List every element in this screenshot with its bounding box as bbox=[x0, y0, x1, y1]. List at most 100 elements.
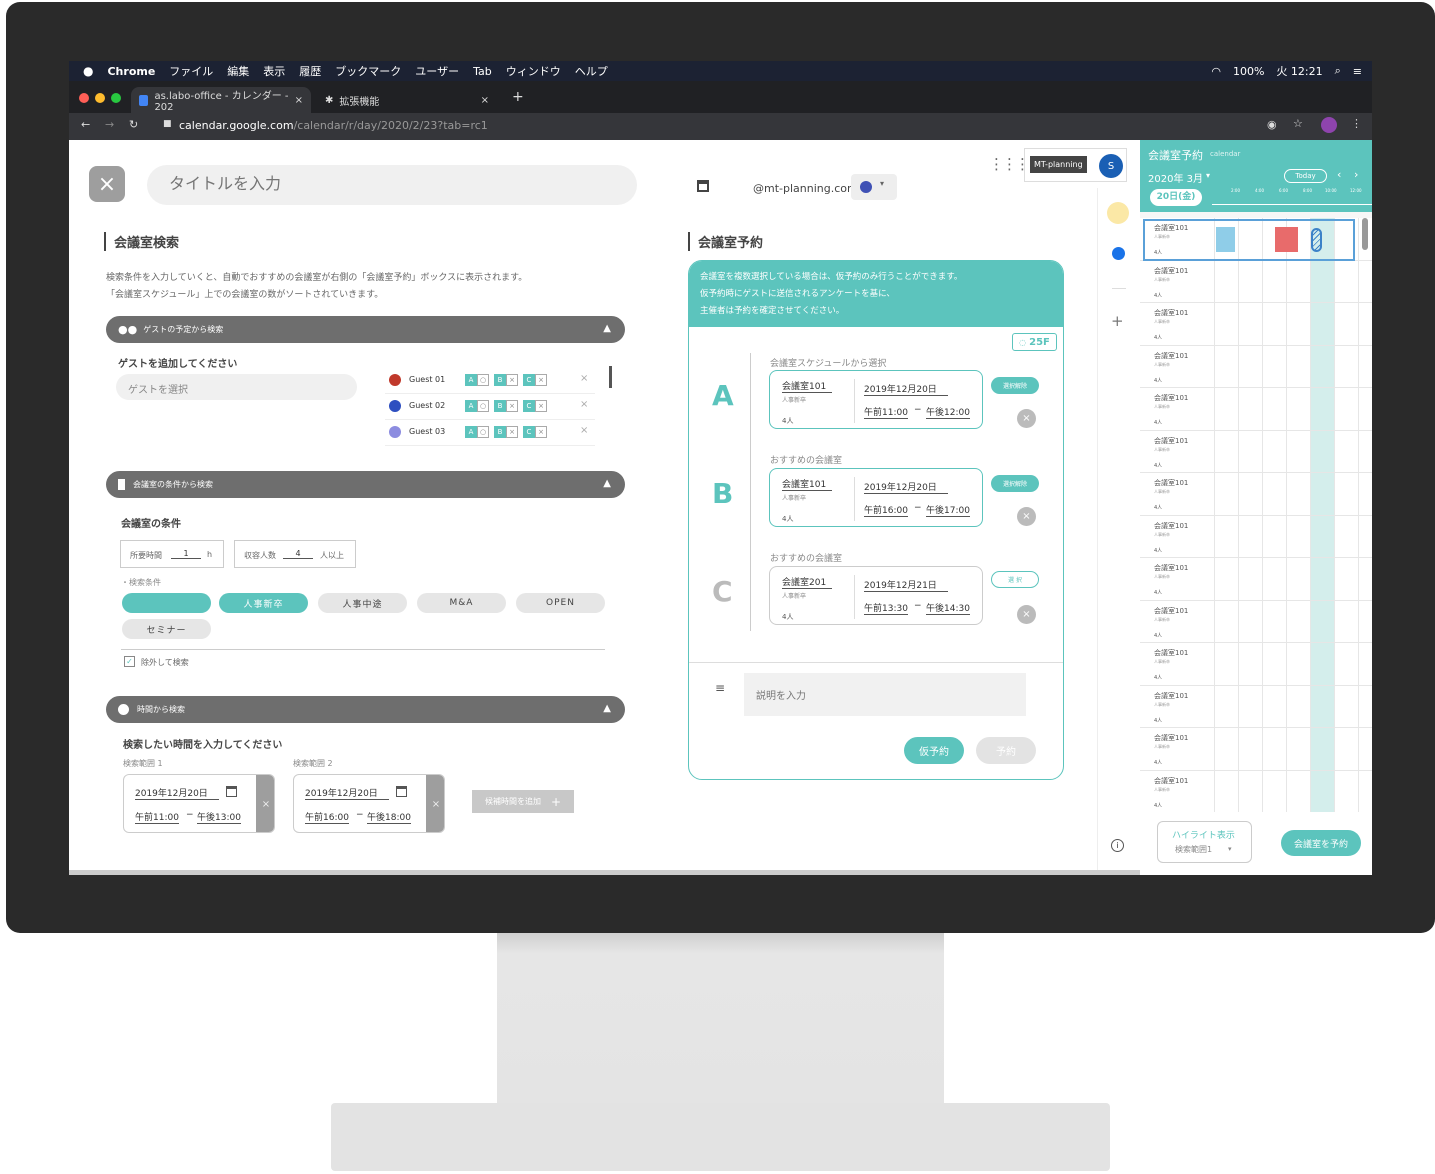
month-select[interactable]: 2020年 3月 bbox=[1148, 170, 1203, 185]
remove-candidate-button[interactable]: × bbox=[1017, 605, 1036, 624]
room-row[interactable]: 会議室101 人事新卒 4人 bbox=[1140, 771, 1372, 813]
room-row[interactable]: 会議室101 人事新卒 4人 bbox=[1140, 303, 1372, 346]
close-icon[interactable]: × bbox=[481, 95, 489, 106]
scrollbar[interactable] bbox=[609, 366, 612, 388]
tentative-button[interactable]: 仮予約 bbox=[904, 737, 964, 764]
room-section-header[interactable]: 会議室の条件から検索 ▲ bbox=[106, 471, 625, 498]
description-input[interactable]: 説明を入力 bbox=[744, 673, 1026, 716]
room-row[interactable]: 会議室101 人事新卒 4人 bbox=[1140, 643, 1372, 686]
add-icon[interactable]: + bbox=[1111, 312, 1124, 330]
menu-list-icon[interactable]: ≡ bbox=[1353, 65, 1362, 78]
grid-scrollbar[interactable] bbox=[1362, 218, 1368, 250]
tag-pill[interactable]: M&A bbox=[417, 593, 506, 613]
search-icon[interactable]: ⌕ bbox=[1335, 64, 1341, 78]
page-scrollbar[interactable] bbox=[69, 870, 1140, 875]
calendar-icon[interactable] bbox=[226, 786, 237, 797]
forward-icon[interactable]: → bbox=[105, 118, 114, 131]
reload-icon[interactable]: ↻ bbox=[129, 118, 138, 131]
range-end[interactable]: 午後18:00 bbox=[367, 810, 411, 824]
range-date[interactable]: 2019年12月20日 bbox=[305, 786, 389, 800]
remove-guest-icon[interactable]: × bbox=[580, 399, 588, 410]
range-date[interactable]: 2019年12月20日 bbox=[135, 786, 219, 800]
calendar-icon[interactable] bbox=[396, 786, 407, 797]
profile-icon[interactable] bbox=[1321, 117, 1337, 133]
tab-calendar[interactable]: as.labo-office - カレンダー - 202 × bbox=[131, 87, 311, 113]
exclude-checkbox[interactable]: ✓ bbox=[124, 656, 135, 667]
remove-guest-icon[interactable]: × bbox=[580, 373, 588, 384]
confirm-button[interactable]: 予約 bbox=[976, 737, 1036, 764]
room-row[interactable]: 会議室101 人事新卒 4人 bbox=[1140, 346, 1372, 388]
select-button[interactable]: 選 択 bbox=[991, 571, 1039, 588]
room-row[interactable]: 会議室101 人事新卒 4人 bbox=[1140, 261, 1372, 303]
kebab-menu-icon[interactable]: ⋮ bbox=[1351, 117, 1362, 130]
org-switcher[interactable]: MT-planning S bbox=[1024, 148, 1127, 182]
menu-item[interactable]: 履歴 bbox=[299, 63, 321, 79]
room-row[interactable]: 会議室101 人事新卒 4人 bbox=[1140, 686, 1372, 728]
tag-pill[interactable]: 人事中途 bbox=[318, 593, 407, 613]
deselect-button[interactable]: 選択解除 bbox=[991, 475, 1039, 492]
room-row[interactable]: 会議室101 人事新卒 4人 bbox=[1140, 431, 1372, 473]
guest-section-header[interactable]: ●● ゲストの予定から検索 ▲ bbox=[106, 316, 625, 343]
event-block-red[interactable] bbox=[1275, 227, 1298, 252]
menu-item[interactable]: ブックマーク bbox=[335, 63, 401, 79]
close-icon[interactable]: × bbox=[295, 95, 303, 106]
next-icon[interactable]: › bbox=[1354, 168, 1358, 181]
remove-candidate-button[interactable]: × bbox=[1017, 507, 1036, 526]
menu-item[interactable]: ウィンドウ bbox=[506, 63, 561, 79]
range-card-1[interactable]: 2019年12月20日 午前11:00 − 午後13:00 × bbox=[123, 774, 275, 833]
tasks-icon[interactable] bbox=[1112, 247, 1125, 260]
star-icon[interactable]: ☆ bbox=[1293, 117, 1303, 130]
url-field[interactable]: calendar.google.com/calendar/r/day/2020/… bbox=[179, 119, 488, 132]
title-input[interactable] bbox=[147, 165, 637, 205]
range-start[interactable]: 午前11:00 bbox=[135, 810, 179, 824]
avatar[interactable]: S bbox=[1099, 154, 1123, 178]
tag-pill[interactable]: OPEN bbox=[516, 593, 605, 613]
capacity-field[interactable]: 収容人数 4 人以上 bbox=[234, 540, 356, 568]
guest-select[interactable]: ゲストを選択 bbox=[116, 374, 357, 400]
window-close-dot[interactable] bbox=[79, 93, 89, 103]
menu-item[interactable]: 編集 bbox=[227, 63, 249, 79]
prev-icon[interactable]: ‹ bbox=[1337, 168, 1341, 181]
room-row[interactable]: 会議室101 人事新卒 4人 bbox=[1140, 473, 1372, 516]
today-button[interactable]: Today bbox=[1284, 169, 1327, 183]
room-row[interactable]: 会議室101 人事新卒 4人 bbox=[1140, 558, 1372, 601]
wifi-icon[interactable]: ◠ bbox=[1211, 65, 1221, 78]
room-row[interactable]: 会議室101 人事新卒 4人 bbox=[1140, 728, 1372, 771]
room-row[interactable]: 会議室101 人事新卒 4人 bbox=[1140, 388, 1372, 431]
tag-pill-active[interactable] bbox=[122, 593, 211, 613]
time-section-header[interactable]: 時間から検索 ▲ bbox=[106, 696, 625, 723]
remove-candidate-button[interactable]: × bbox=[1017, 409, 1036, 428]
clock[interactable]: 火 12:21 bbox=[1276, 63, 1322, 79]
new-tab-icon[interactable]: + bbox=[512, 89, 524, 105]
eye-icon[interactable]: ◉ bbox=[1267, 118, 1277, 131]
org-button[interactable]: MT-planning bbox=[1030, 156, 1087, 173]
battery-label[interactable]: 100% bbox=[1233, 65, 1264, 78]
day-badge[interactable]: 20日(金) bbox=[1150, 189, 1202, 206]
duration-field[interactable]: 所要時間 1 h bbox=[120, 540, 224, 568]
remove-guest-icon[interactable]: × bbox=[580, 425, 588, 436]
room-row[interactable]: 会議室101 人事新卒 4人 bbox=[1140, 516, 1372, 558]
range-end[interactable]: 午後13:00 bbox=[197, 810, 241, 824]
calendar-color-select[interactable]: ▾ bbox=[851, 174, 897, 200]
remove-range-button[interactable]: × bbox=[256, 775, 274, 832]
tag-pill[interactable]: セミナー bbox=[122, 619, 211, 639]
info-icon[interactable]: i bbox=[1111, 839, 1124, 852]
apps-grid-icon[interactable]: ⋮⋮⋮ bbox=[989, 155, 1030, 173]
menu-app-name[interactable]: Chrome bbox=[107, 65, 155, 78]
range-start[interactable]: 午前16:00 bbox=[305, 810, 349, 824]
highlight-select[interactable]: ハイライト表示 検索範囲1 ▾ bbox=[1157, 821, 1252, 863]
menu-item[interactable]: ファイル bbox=[169, 63, 213, 79]
close-button[interactable]: × bbox=[89, 166, 125, 202]
candidate-card[interactable]: 会議室101 人事新卒 4人 2019年12月20日 午前16:00 − 午後1… bbox=[769, 468, 983, 527]
menu-item[interactable]: Tab bbox=[473, 65, 492, 78]
chevron-down-icon[interactable]: ▾ bbox=[1206, 171, 1210, 180]
book-room-button[interactable]: 会議室を予約 bbox=[1281, 830, 1361, 856]
back-icon[interactable]: ← bbox=[81, 118, 90, 131]
window-zoom-dot[interactable] bbox=[111, 93, 121, 103]
add-range-button[interactable]: 候補時間を追加 + bbox=[472, 790, 574, 813]
menu-item[interactable]: ユーザー bbox=[415, 63, 459, 79]
candidate-card[interactable]: 会議室201 人事新卒 4人 2019年12月21日 午前13:30 − 午後1… bbox=[769, 566, 983, 625]
tab-extensions[interactable]: ✱ 拡張機能 × bbox=[317, 87, 497, 113]
window-minimize-dot[interactable] bbox=[95, 93, 105, 103]
menu-item[interactable]: 表示 bbox=[263, 63, 285, 79]
